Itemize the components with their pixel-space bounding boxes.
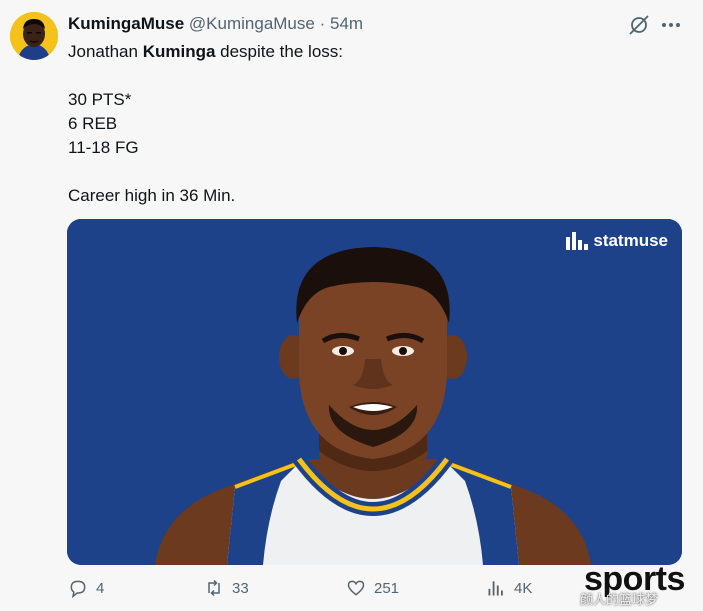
tweet-text-line: 6 REB	[68, 114, 118, 133]
reply-count: 4	[96, 579, 105, 597]
tweet-text-line: Career high in 36 Min.	[68, 186, 236, 205]
avatar[interactable]	[10, 12, 58, 60]
reply-button[interactable]: 4	[68, 578, 104, 598]
tweet-text: Jonathan Kuminga despite the loss: 30 PT…	[68, 40, 343, 208]
tweet-text-line: 30 PTS*	[68, 90, 132, 109]
text-segment: Jonathan	[68, 42, 143, 61]
tweet-media[interactable]: statmuse	[67, 219, 682, 565]
statmuse-wordmark: statmuse	[593, 231, 668, 250]
text-segment: despite the loss:	[215, 42, 343, 61]
separator-dot: ·	[319, 14, 326, 33]
statmuse-bars-icon	[566, 232, 589, 250]
more-icon[interactable]	[657, 14, 685, 36]
text-bold-name: Kuminga	[142, 42, 216, 61]
user-handle[interactable]: @KumingaMuse	[189, 14, 315, 33]
display-name[interactable]: KumingaMuse	[68, 14, 184, 33]
like-icon	[347, 580, 365, 596]
like-count: 251	[374, 579, 400, 597]
retweet-icon	[208, 579, 220, 597]
like-button[interactable]: 251	[346, 578, 399, 598]
tweet-header: KumingaMuse @KumingaMuse · 54m	[68, 13, 363, 35]
retweet-count: 33	[232, 579, 249, 597]
retweet-button[interactable]: 33	[204, 578, 249, 598]
tweet-text-line: 11-18 FG	[68, 138, 139, 157]
views-button[interactable]: 4K	[486, 578, 532, 598]
tweet-text-line: Jonathan Kuminga despite the loss:	[68, 40, 343, 64]
views-icon	[488, 581, 503, 596]
statmuse-logo: statmuse	[566, 231, 668, 251]
reply-icon	[70, 580, 86, 598]
avatar-image	[10, 12, 58, 60]
timestamp[interactable]: 54m	[330, 14, 363, 33]
views-count: 4K	[514, 579, 533, 597]
grok-icon[interactable]	[627, 14, 651, 36]
watermark-subtitle: 颜人的篮球梦	[580, 592, 659, 607]
player-illustration	[67, 219, 682, 565]
